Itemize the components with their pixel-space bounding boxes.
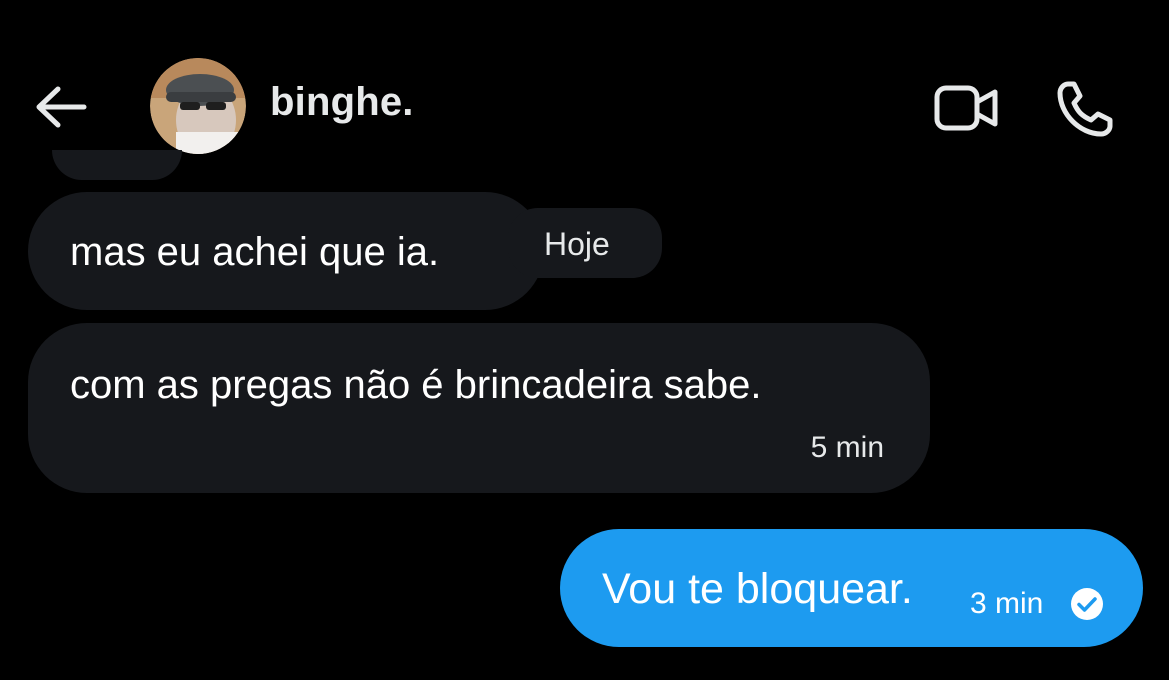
message-text: Vou te bloquear. bbox=[602, 565, 913, 613]
contact-name[interactable]: binghe. bbox=[270, 80, 414, 125]
back-button[interactable] bbox=[28, 78, 94, 136]
message-time: 5 min bbox=[810, 431, 884, 464]
phone-icon bbox=[1057, 81, 1113, 137]
video-call-button[interactable] bbox=[930, 80, 1002, 136]
arrow-left-icon bbox=[36, 86, 87, 128]
read-check-icon bbox=[1071, 588, 1103, 620]
message-text: mas eu achei que ia. bbox=[70, 230, 440, 274]
sent-message[interactable]: Vou te bloquear. 3 min bbox=[560, 529, 1143, 647]
previous-message-bubble bbox=[52, 150, 182, 180]
voice-call-button[interactable] bbox=[1052, 76, 1118, 142]
avatar[interactable] bbox=[150, 58, 246, 154]
received-message[interactable]: com as pregas não é brincadeira sabe. 5 … bbox=[28, 323, 930, 493]
date-separator: Hoje bbox=[508, 208, 662, 278]
message-time: 3 min bbox=[970, 587, 1044, 620]
video-camera-icon bbox=[934, 85, 998, 131]
message-text: com as pregas não é brincadeira sabe. bbox=[70, 363, 762, 407]
received-message[interactable]: mas eu achei que ia. bbox=[28, 192, 544, 310]
